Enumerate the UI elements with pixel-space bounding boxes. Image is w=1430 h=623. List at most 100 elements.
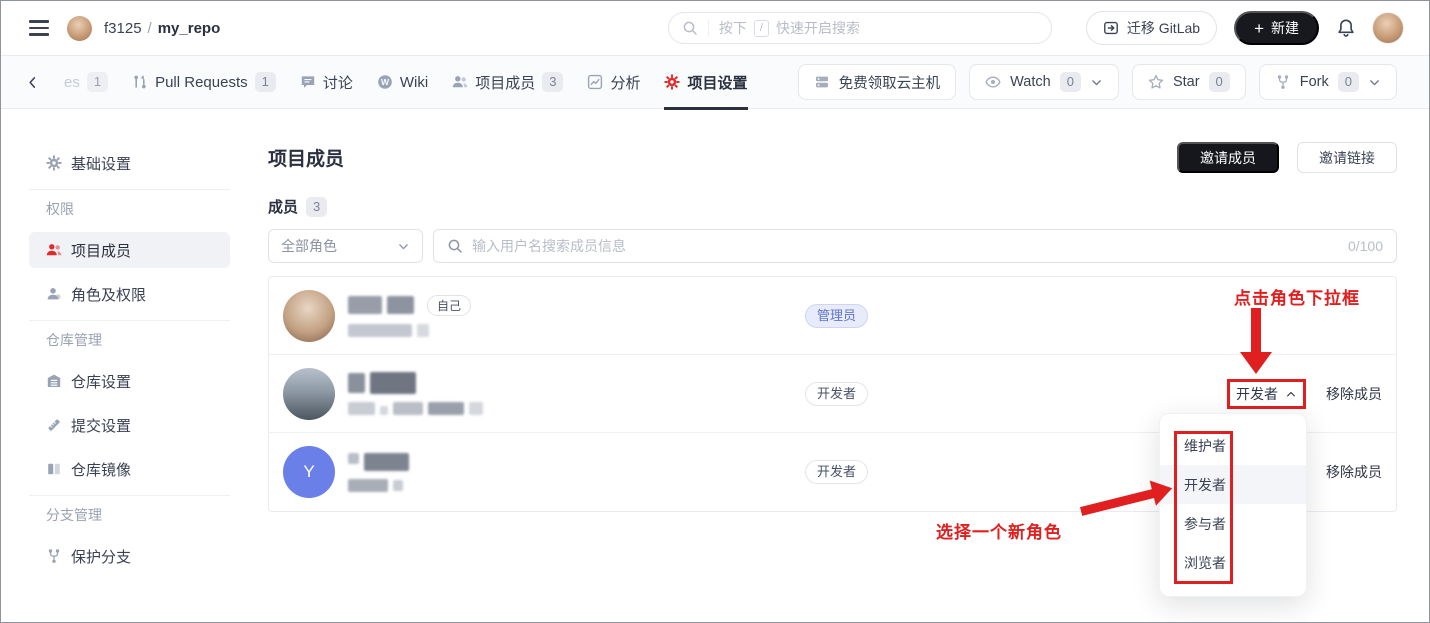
tab-discussion[interactable]: 讨论 (300, 56, 353, 109)
remove-member-button[interactable]: 移除成员 (1326, 462, 1382, 482)
sidebar-section-repo-management: 仓库管理 (29, 330, 230, 350)
star-icon (1148, 74, 1164, 90)
role-filter-select[interactable]: 全部角色 (268, 229, 423, 263)
member-names (348, 453, 409, 492)
member-search-placeholder: 输入用户名搜索成员信息 (472, 236, 1339, 256)
page-title: 项目成员 (268, 144, 344, 171)
global-search-input[interactable]: 按下 / 快速开启搜索 (668, 12, 1052, 44)
role-option-maintainer[interactable]: 维护者 (1160, 426, 1306, 465)
free-cloud-host-button[interactable]: 免费领取云主机 (798, 64, 957, 100)
self-tag: 自己 (427, 295, 471, 316)
search-placeholder: 按下 / 快速开启搜索 (719, 18, 860, 38)
member-actions: 开发者 移除成员 (1227, 379, 1382, 409)
sidebar-item-basic-settings[interactable]: 基础设置 (29, 145, 230, 181)
chevron-down-icon (1368, 76, 1381, 89)
breadcrumb-separator: / (148, 20, 152, 37)
migrate-gitlab-button[interactable]: 迁移 GitLab (1086, 11, 1217, 45)
annotation-arrow-down-icon (1240, 308, 1272, 375)
tab-members[interactable]: 项目成员 3 (452, 56, 563, 109)
role-option-developer[interactable]: 开发者 (1160, 465, 1306, 504)
star-button[interactable]: Star 0 (1132, 64, 1246, 100)
watch-button[interactable]: Watch 0 (969, 64, 1119, 100)
chevron-down-icon (397, 240, 410, 253)
members-count-badge: 3 (542, 72, 563, 92)
member-identity (283, 368, 805, 420)
hamburger-icon[interactable] (29, 20, 49, 36)
sidebar-item-repo-settings[interactable]: 仓库设置 (29, 363, 230, 399)
member-username-line (348, 402, 483, 415)
person-icon (46, 286, 62, 302)
pr-count-badge: 1 (255, 72, 276, 92)
fork-button[interactable]: Fork 0 (1259, 64, 1397, 100)
tab-pull-requests[interactable]: Pull Requests 1 (132, 56, 276, 109)
breadcrumb-owner[interactable]: f3125 (104, 20, 142, 37)
warehouse-icon (46, 373, 62, 389)
sidebar-divider (29, 320, 230, 321)
chevron-left-icon[interactable] (25, 75, 40, 90)
sidebar-item-repo-mirror[interactable]: 仓库镜像 (29, 451, 230, 487)
gear-icon (46, 155, 62, 171)
chevron-down-icon (1090, 76, 1103, 89)
filter-row: 全部角色 输入用户名搜索成员信息 0/100 (268, 229, 1397, 263)
invite-link-button[interactable]: 邀请链接 (1297, 142, 1397, 173)
sidebar-item-commit-settings[interactable]: 提交设置 (29, 407, 230, 443)
sidebar-section-permissions: 权限 (29, 199, 230, 219)
repo-owner-avatar[interactable] (67, 16, 92, 41)
tab-wiki[interactable]: W Wiki (377, 56, 428, 109)
search-divider (708, 20, 709, 36)
sidebar-divider (29, 189, 230, 190)
member-avatar[interactable]: Y (283, 446, 335, 498)
search-icon (682, 20, 698, 36)
tab-issues-clipped[interactable]: es 1 (64, 56, 108, 109)
topbar-actions: 迁移 GitLab + 新建 (1086, 11, 1403, 45)
role-option-viewer[interactable]: 浏览者 (1160, 543, 1306, 582)
member-username-line (348, 479, 409, 492)
branch-icon (46, 548, 62, 564)
remove-member-button[interactable]: 移除成员 (1326, 384, 1382, 404)
member-avatar[interactable] (283, 368, 335, 420)
new-button[interactable]: + 新建 (1234, 11, 1319, 45)
member-avatar[interactable] (283, 290, 335, 342)
member-identity: 自己 (283, 290, 805, 342)
repo-nav: es 1 Pull Requests 1 讨论 W Wiki 项目成员 3 分析 (1, 56, 1429, 109)
mirror-icon (46, 461, 62, 477)
ruler-icon (46, 417, 62, 433)
role-badge: 开发者 (805, 460, 868, 484)
member-search-input[interactable]: 输入用户名搜索成员信息 0/100 (433, 229, 1397, 263)
fork-icon (1275, 74, 1291, 90)
tab-project-settings[interactable]: 项目设置 (664, 56, 747, 109)
sidebar-item-roles-permissions[interactable]: 角色及权限 (29, 276, 230, 312)
member-name-line: 自己 (348, 295, 471, 316)
page: f3125 / my_repo 按下 / 快速开启搜索 迁移 GitLab + … (0, 0, 1430, 623)
chevron-up-icon (1285, 388, 1297, 400)
sidebar-item-project-members[interactable]: 项目成员 (29, 232, 230, 268)
role-select-dropdown[interactable]: 开发者 (1236, 384, 1297, 404)
members-count-row: 成员 3 (268, 196, 1397, 217)
search-char-counter: 0/100 (1348, 238, 1383, 254)
svg-text:W: W (381, 77, 390, 87)
main-header: 项目成员 邀请成员 邀请链接 (268, 142, 1397, 173)
sidebar-divider (29, 495, 230, 496)
header-actions: 邀请成员 邀请链接 (1177, 142, 1397, 173)
star-count-badge: 0 (1209, 72, 1230, 92)
breadcrumb-repo[interactable]: my_repo (158, 20, 221, 37)
members-label: 成员 (268, 196, 298, 217)
member-actions: 移除成员 (1326, 462, 1382, 482)
members-icon (46, 242, 62, 258)
gear-icon (664, 74, 680, 90)
breadcrumb: f3125 / my_repo (104, 20, 220, 37)
repo-nav-actions: 免费领取云主机 Watch 0 Star 0 Fork 0 (798, 64, 1397, 100)
user-avatar[interactable] (1373, 13, 1403, 43)
tab-analytics[interactable]: 分析 (587, 56, 640, 109)
sidebar-item-protected-branches[interactable]: 保护分支 (29, 538, 230, 574)
role-badge: 管理员 (805, 304, 868, 328)
role-badge: 开发者 (805, 382, 868, 406)
member-name-line (348, 372, 483, 394)
bell-icon[interactable] (1336, 18, 1356, 38)
role-option-contributor[interactable]: 参与者 (1160, 504, 1306, 543)
invite-member-button[interactable]: 邀请成员 (1177, 142, 1279, 173)
slash-keycap: / (754, 20, 769, 37)
member-names (348, 372, 483, 415)
member-row: 自己 管理员 (269, 277, 1396, 355)
analytics-icon (587, 74, 603, 90)
